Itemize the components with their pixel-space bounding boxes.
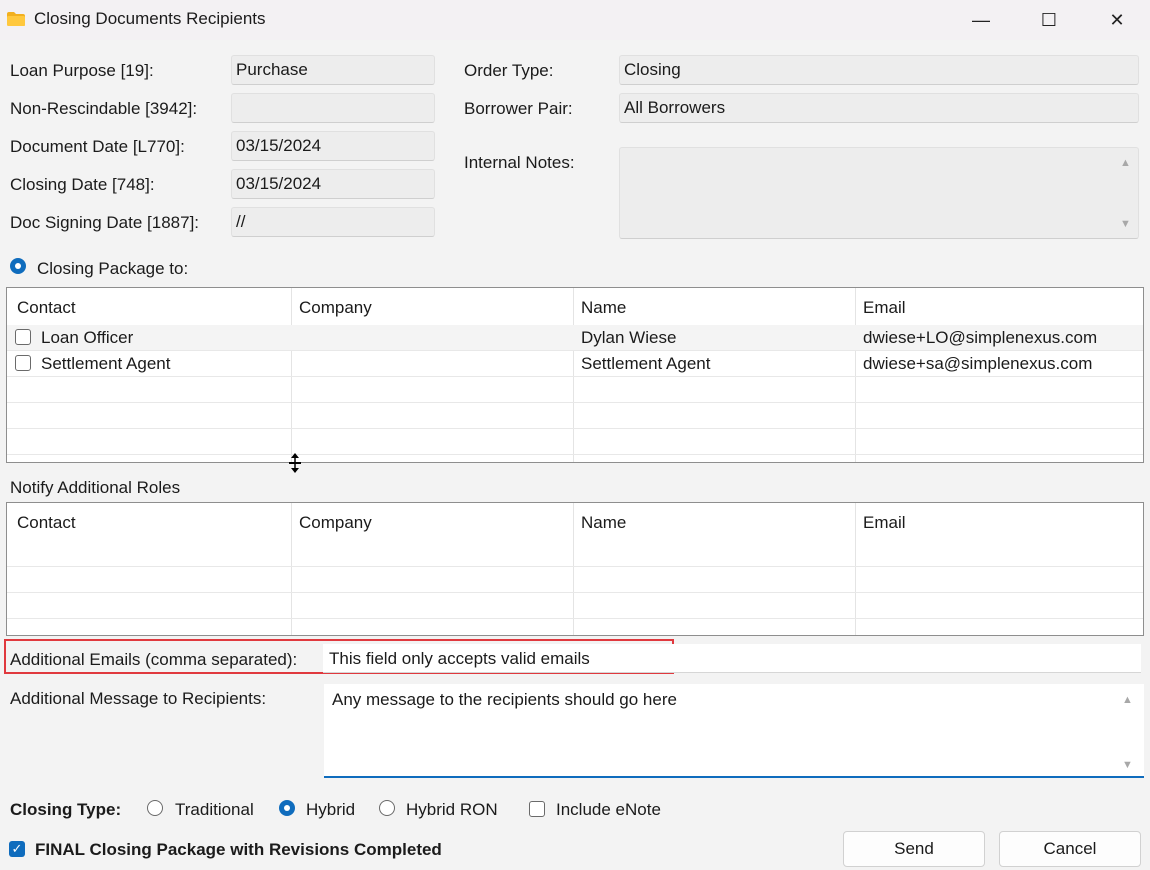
close-icon: ✕	[1109, 10, 1125, 30]
cell-email: dwiese+LO@simplenexus.com	[863, 328, 1098, 347]
internal-notes-label: Internal Notes:	[464, 153, 575, 172]
hybrid-ron-label[interactable]: Hybrid RON	[406, 800, 498, 820]
row-checkbox[interactable]	[15, 355, 31, 371]
order-type-label: Order Type:	[464, 61, 554, 80]
notify-roles-grid: Contact Company Name Email	[6, 502, 1144, 636]
final-package-label[interactable]: FINAL Closing Package with Revisions Com…	[35, 840, 442, 860]
cell-name: Settlement Agent	[581, 354, 711, 373]
internal-notes-textarea[interactable]	[619, 147, 1139, 239]
minimize-icon: —	[972, 10, 990, 30]
closing-package-label: Closing Package to:	[37, 259, 189, 278]
traditional-label[interactable]: Traditional	[175, 800, 254, 820]
hybrid-label[interactable]: Hybrid	[306, 800, 355, 820]
loan-purpose-label: Loan Purpose [19]:	[10, 61, 154, 80]
cell-email: dwiese+sa@simplenexus.com	[863, 354, 1093, 373]
title-bar: Closing Documents Recipients — ☐ ✕	[0, 0, 1150, 40]
order-type-field[interactable]: Closing	[619, 55, 1139, 85]
traditional-radio[interactable]	[147, 800, 163, 816]
additional-emails-input[interactable]: This field only accepts valid emails	[323, 644, 1141, 673]
folder-icon	[7, 12, 25, 26]
loan-purpose-field[interactable]: Purchase	[231, 55, 435, 85]
closing-date-label: Closing Date [748]:	[10, 175, 155, 194]
column-header-name[interactable]: Name	[581, 513, 626, 533]
column-header-company[interactable]: Company	[299, 298, 372, 318]
scroll-down-icon[interactable]: ▼	[1120, 218, 1131, 230]
column-header-company[interactable]: Company	[299, 513, 372, 533]
table-row[interactable]: Loan Officer Dylan Wiese dwiese+LO@simpl…	[7, 325, 1143, 350]
column-header-contact[interactable]: Contact	[17, 298, 76, 318]
additional-message-label: Additional Message to Recipients:	[10, 689, 267, 708]
additional-message-textarea[interactable]: Any message to the recipients should go …	[324, 684, 1144, 778]
cancel-button[interactable]: Cancel	[999, 831, 1141, 867]
cell-name: Dylan Wiese	[581, 328, 677, 347]
include-enote-checkbox[interactable]	[529, 801, 545, 817]
additional-emails-label: Additional Emails (comma separated):	[10, 650, 298, 669]
move-cursor-icon	[289, 453, 301, 473]
scroll-up-icon[interactable]: ▲	[1120, 157, 1131, 169]
document-date-field[interactable]: 03/15/2024	[231, 131, 435, 161]
doc-signing-date-field[interactable]: //	[231, 207, 435, 237]
document-date-label: Document Date [L770]:	[10, 137, 185, 156]
column-header-email[interactable]: Email	[863, 298, 906, 318]
row-checkbox[interactable]	[15, 329, 31, 345]
column-header-email[interactable]: Email	[863, 513, 906, 533]
cell-contact: Settlement Agent	[41, 354, 171, 373]
closing-date-field[interactable]: 03/15/2024	[231, 169, 435, 199]
close-button[interactable]: ✕	[1094, 0, 1140, 40]
minimize-button[interactable]: —	[958, 0, 1004, 40]
table-row[interactable]: Settlement Agent Settlement Agent dwiese…	[7, 351, 1143, 376]
hybrid-ron-radio[interactable]	[379, 800, 395, 816]
non-rescindable-field[interactable]	[231, 93, 435, 123]
scroll-down-icon[interactable]: ▼	[1122, 759, 1133, 771]
non-rescindable-label: Non-Rescindable [3942]:	[10, 99, 198, 118]
borrower-pair-label: Borrower Pair:	[464, 99, 573, 118]
maximize-icon: ☐	[1040, 10, 1058, 30]
window-title: Closing Documents Recipients	[34, 9, 266, 28]
send-button[interactable]: Send	[843, 831, 985, 867]
closing-type-label: Closing Type:	[10, 800, 122, 819]
borrower-pair-field[interactable]: All Borrowers	[619, 93, 1139, 123]
maximize-button[interactable]: ☐	[1026, 0, 1072, 40]
hybrid-radio[interactable]	[279, 800, 295, 816]
closing-package-grid: Contact Company Name Email Loan Officer …	[6, 287, 1144, 463]
notify-roles-label: Notify Additional Roles	[10, 478, 181, 497]
final-package-checkbox[interactable]: ✓	[9, 841, 25, 857]
column-header-name[interactable]: Name	[581, 298, 626, 318]
closing-package-radio[interactable]	[10, 258, 26, 274]
column-header-contact[interactable]: Contact	[17, 513, 76, 533]
include-enote-label[interactable]: Include eNote	[556, 800, 661, 820]
scroll-up-icon[interactable]: ▲	[1122, 694, 1133, 706]
cell-contact: Loan Officer	[41, 328, 134, 347]
doc-signing-date-label: Doc Signing Date [1887]:	[10, 213, 200, 232]
